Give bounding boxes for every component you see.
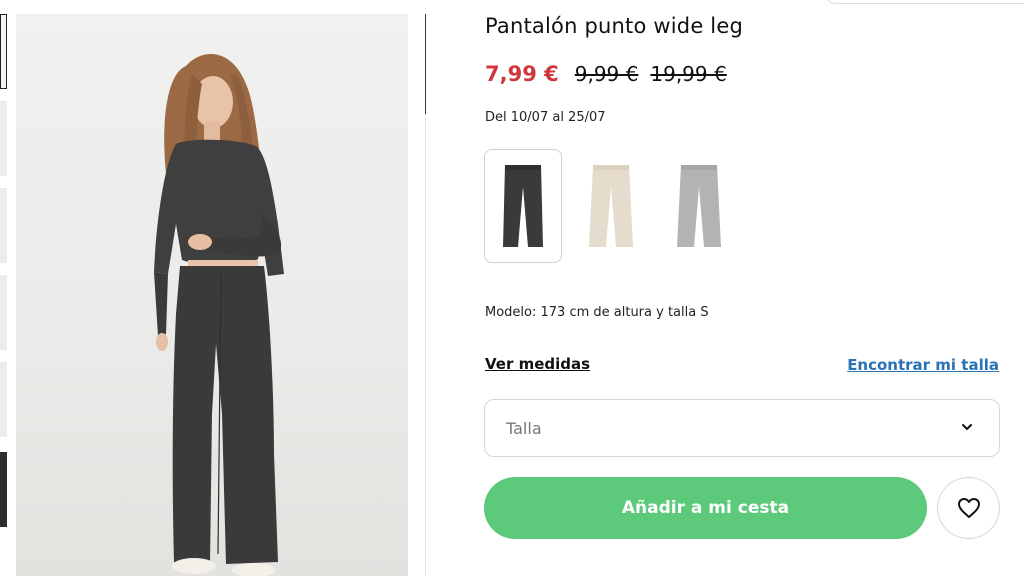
- heart-icon: [957, 498, 980, 518]
- pants-light-grey-icon: [677, 165, 721, 247]
- gallery-divider: [425, 14, 426, 114]
- chevron-down-icon: [962, 424, 972, 430]
- color-swatch-dark-grey[interactable]: [484, 149, 562, 263]
- product-main-image[interactable]: [16, 14, 408, 576]
- color-swatches: [484, 149, 748, 263]
- size-select[interactable]: Talla: [484, 399, 1000, 457]
- size-guide-link[interactable]: Ver medidas: [485, 355, 590, 373]
- model-info: Modelo: 173 cm de altura y talla S: [485, 305, 709, 320]
- delivery-dates: Del 10/07 al 25/07: [485, 110, 606, 125]
- color-swatch-beige[interactable]: [572, 149, 650, 263]
- price-block: 7,99 € 9,99 € 19,99 €: [485, 62, 739, 86]
- add-to-cart-button[interactable]: Añadir a mi cesta: [484, 477, 927, 539]
- color-swatch-light-grey[interactable]: [660, 149, 738, 263]
- price-current: 7,99 €: [485, 62, 559, 86]
- price-old-2: 19,99 €: [650, 62, 727, 86]
- gallery-divider-light: [425, 114, 426, 576]
- find-my-size-link[interactable]: Encontrar mi talla: [847, 356, 999, 374]
- favorite-button[interactable]: [937, 477, 1000, 539]
- thumbnail-5[interactable]: [0, 362, 7, 437]
- pants-dark-grey-icon: [503, 165, 543, 247]
- thumbnail-4[interactable]: [0, 275, 7, 350]
- product-title: Pantalón punto wide leg: [485, 14, 743, 38]
- pants-beige-icon: [589, 165, 633, 247]
- thumbnail-6[interactable]: [0, 452, 7, 527]
- search-bar-edge[interactable]: [826, 0, 1024, 4]
- model-photo-illustration: [154, 54, 284, 576]
- thumbnail-strip: [0, 0, 8, 576]
- size-select-placeholder: Talla: [506, 418, 542, 438]
- thumbnail-1[interactable]: [0, 14, 7, 89]
- thumbnail-3[interactable]: [0, 188, 7, 263]
- price-old-1: 9,99 €: [574, 62, 639, 86]
- thumbnail-2[interactable]: [0, 101, 7, 176]
- add-to-cart-label: Añadir a mi cesta: [621, 498, 790, 518]
